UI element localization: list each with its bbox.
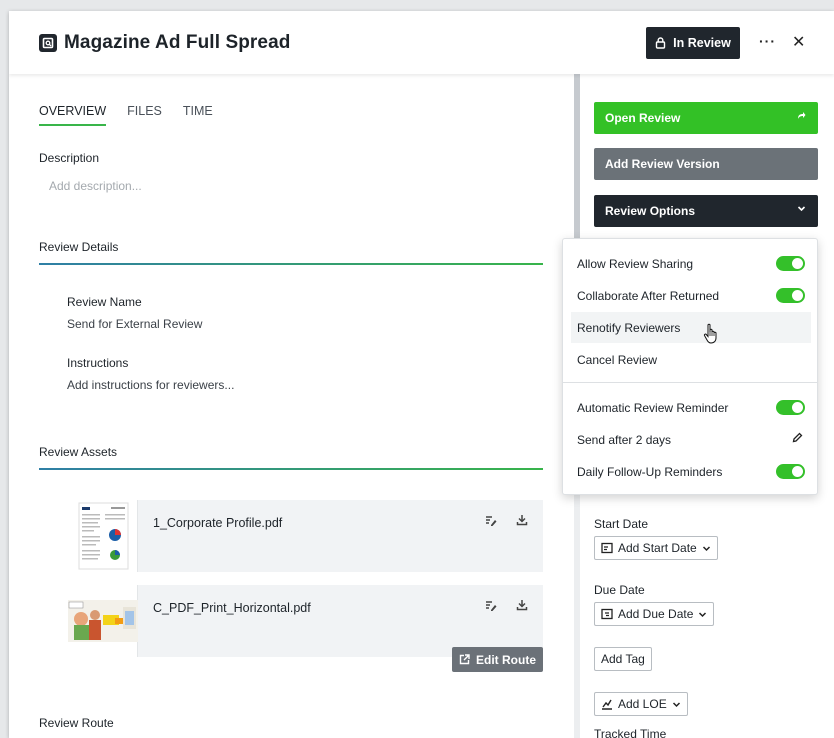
- menu-item-label: Allow Review Sharing: [577, 256, 694, 271]
- menu-item-label: Automatic Review Reminder: [577, 400, 729, 415]
- menu-item-label: Daily Follow-Up Reminders: [577, 464, 723, 479]
- add-loe-button[interactable]: Add LOE: [594, 692, 688, 716]
- pencil-icon[interactable]: [792, 432, 803, 446]
- asset-file-name[interactable]: C_PDF_Print_Horizontal.pdf: [153, 601, 311, 615]
- pdf-thumbnail: [67, 585, 138, 657]
- tab-time[interactable]: TIME: [183, 104, 213, 126]
- menu-item-daily-follow-up[interactable]: Daily Follow-Up Reminders: [571, 456, 811, 487]
- tracked-time-label: Tracked Time: [594, 727, 667, 738]
- section-divider: [39, 468, 543, 470]
- add-start-date-button[interactable]: Add Start Date: [594, 536, 718, 560]
- edit-route-label: Edit Route: [476, 652, 536, 667]
- loe-chip-label: Add LOE: [618, 697, 667, 711]
- close-icon[interactable]: ✕: [792, 32, 805, 52]
- menu-divider: [563, 382, 817, 383]
- description-label: Description: [39, 151, 100, 165]
- calendar-due-icon: [601, 608, 613, 620]
- in-review-status-button[interactable]: In Review: [646, 27, 740, 59]
- menu-item-allow-review-sharing[interactable]: Allow Review Sharing: [571, 248, 811, 279]
- instructions-field[interactable]: Add instructions for reviewers...: [67, 378, 234, 392]
- chevron-down-icon: [699, 611, 707, 617]
- due-date-label: Due Date: [594, 583, 645, 597]
- daily-follow-up-toggle[interactable]: [776, 464, 805, 479]
- hand-pointer-cursor-icon: [703, 323, 721, 350]
- review-options-label: Review Options: [605, 204, 696, 218]
- menu-item-cancel-review[interactable]: Cancel Review: [571, 344, 811, 375]
- add-tag-button[interactable]: Add Tag: [594, 647, 652, 671]
- open-review-label: Open Review: [605, 111, 681, 125]
- pdf-thumbnail: [67, 500, 138, 572]
- menu-item-label: Collaborate After Returned: [577, 288, 720, 303]
- page-title: Magazine Ad Full Spread: [64, 32, 291, 53]
- calendar-start-icon: [601, 542, 613, 554]
- review-name-label: Review Name: [67, 295, 142, 309]
- add-due-date-button[interactable]: Add Due Date: [594, 602, 715, 626]
- menu-item-label: Cancel Review: [577, 352, 658, 367]
- download-icon[interactable]: [516, 514, 528, 529]
- description-field[interactable]: Add description...: [49, 179, 142, 193]
- asset-file-name[interactable]: 1_Corporate Profile.pdf: [153, 516, 282, 530]
- start-date-label: Start Date: [594, 517, 649, 531]
- review-name-value[interactable]: Send for External Review: [67, 317, 202, 331]
- lock-icon: [655, 37, 666, 49]
- open-review-button[interactable]: Open Review: [594, 102, 818, 134]
- start-date-chip-label: Add Start Date: [618, 541, 697, 555]
- overview-panel: OVERVIEW FILES TIME Description Add desc…: [9, 74, 574, 738]
- tab-files[interactable]: FILES: [127, 104, 162, 126]
- review-route-heading: Review Route: [39, 716, 114, 730]
- share-arrow-icon: [797, 111, 806, 123]
- external-link-icon: [459, 654, 470, 665]
- annotate-icon[interactable]: [485, 600, 497, 615]
- menu-item-label: Renotify Reviewers: [577, 320, 681, 335]
- tab-overview[interactable]: OVERVIEW: [39, 104, 107, 126]
- tab-bar: OVERVIEW FILES TIME: [39, 104, 213, 126]
- review-options-button[interactable]: Review Options: [594, 195, 818, 227]
- review-app-icon: [39, 34, 57, 52]
- chevron-down-icon: [797, 204, 806, 216]
- instructions-label: Instructions: [67, 356, 129, 370]
- allow-sharing-toggle[interactable]: [776, 256, 805, 271]
- chevron-down-icon: [672, 701, 680, 707]
- menu-item-label: Send after 2 days: [577, 432, 672, 447]
- due-date-chip-label: Add Due Date: [618, 607, 694, 621]
- asset-row[interactable]: 1_Corporate Profile.pdf: [67, 500, 543, 572]
- menu-item-renotify-reviewers[interactable]: Renotify Reviewers: [571, 312, 811, 343]
- collaborate-toggle[interactable]: [776, 288, 805, 303]
- menu-item-send-after[interactable]: Send after 2 days: [571, 424, 811, 455]
- section-divider: [39, 263, 543, 265]
- menu-item-automatic-reminder[interactable]: Automatic Review Reminder: [571, 392, 811, 423]
- more-options-icon[interactable]: ···: [759, 33, 776, 49]
- review-details-heading: Review Details: [39, 240, 119, 254]
- status-label: In Review: [673, 36, 731, 50]
- menu-item-collaborate-after-returned[interactable]: Collaborate After Returned: [571, 280, 811, 311]
- annotate-icon[interactable]: [485, 515, 497, 530]
- download-icon[interactable]: [516, 599, 528, 614]
- chevron-down-icon: [702, 545, 710, 551]
- review-options-menu: Allow Review Sharing Collaborate After R…: [562, 238, 818, 495]
- add-review-version-button[interactable]: Add Review Version: [594, 148, 818, 180]
- modal-header: Magazine Ad Full Spread In Review ··· ✕: [9, 11, 834, 74]
- review-assets-heading: Review Assets: [39, 445, 118, 459]
- edit-route-button[interactable]: Edit Route: [452, 647, 543, 672]
- loe-icon: [602, 699, 612, 710]
- automatic-reminder-toggle[interactable]: [776, 400, 805, 415]
